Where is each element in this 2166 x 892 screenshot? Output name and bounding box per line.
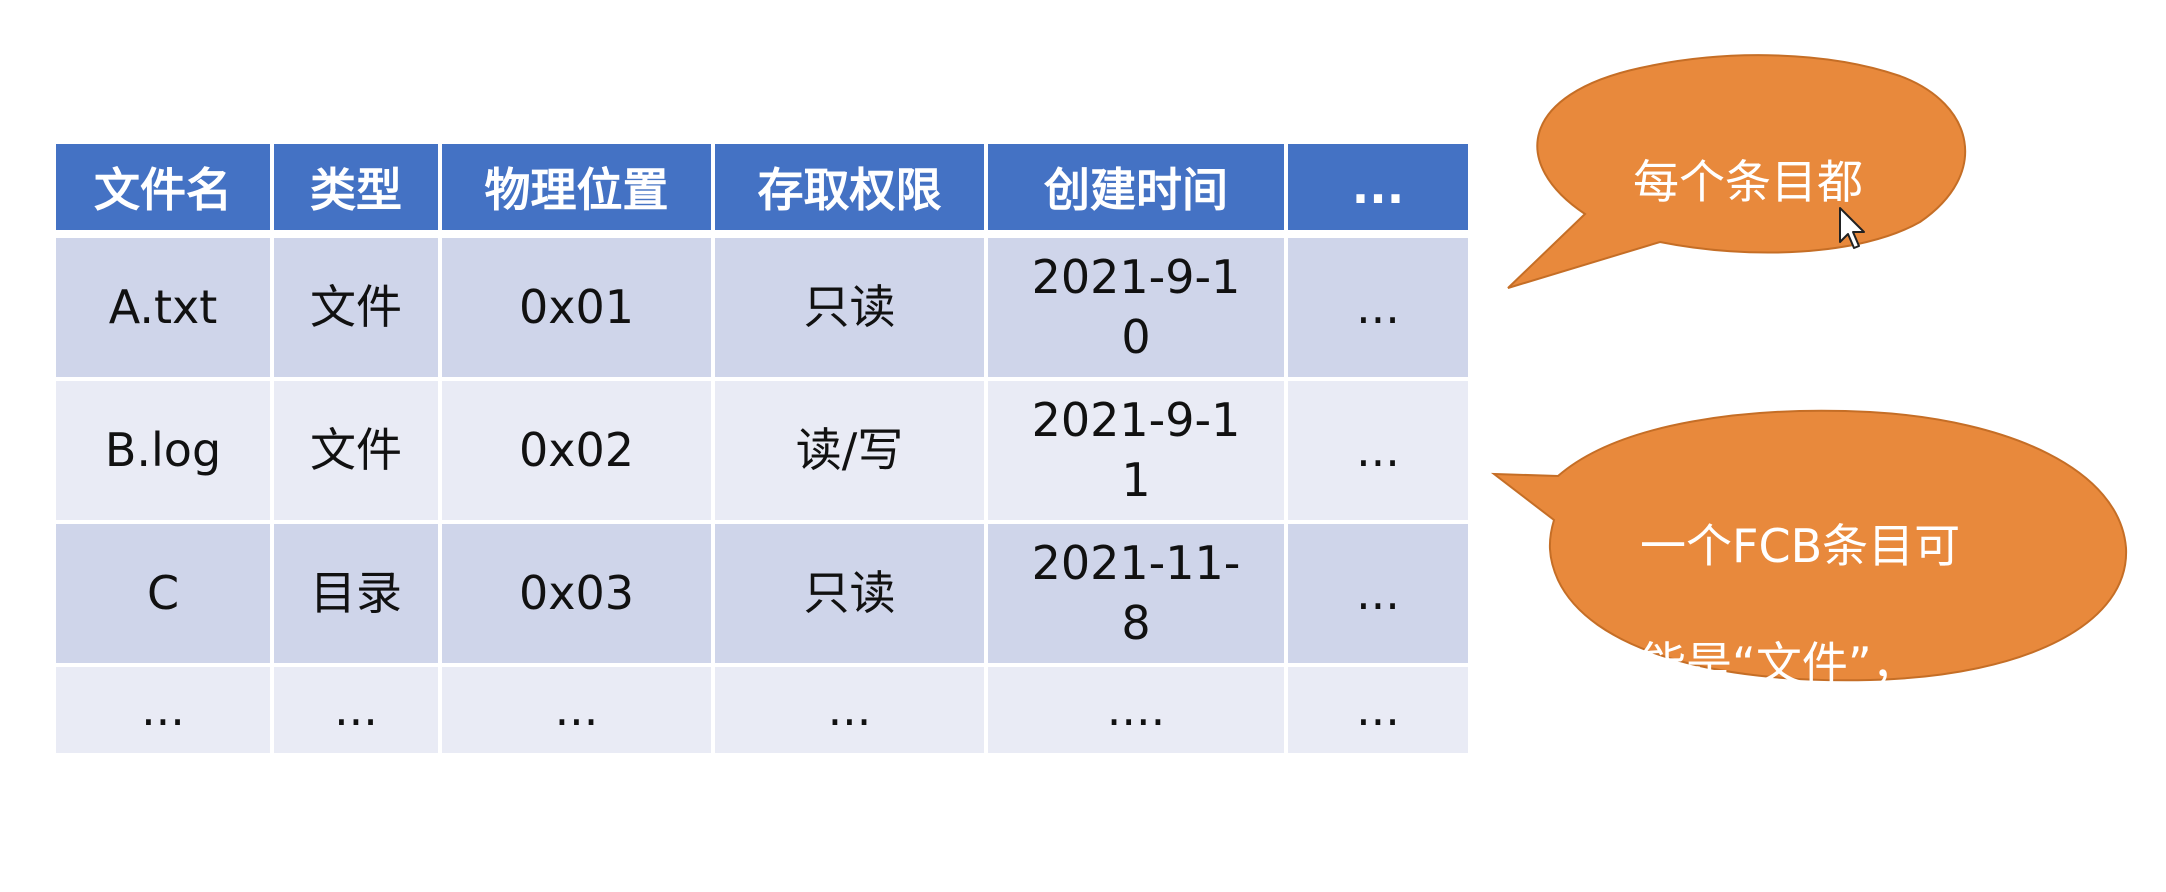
callout-each-entry-fcb: 每个条目都 是一个FCB xyxy=(1500,54,1980,327)
cell-more: ... xyxy=(1288,381,1468,524)
callout-line: 是一个FCB xyxy=(1633,272,1863,327)
cell-access-permission: 只读 xyxy=(715,238,988,381)
cell-created-time: 2021-9-10 xyxy=(988,238,1288,381)
callout-line: 一个FCB条目可 xyxy=(1640,518,1961,573)
cell-physical-location: 0x01 xyxy=(442,238,715,381)
callout-fcb-file-or-directory: 一个FCB条目可 能是“文件”， 也可能是“目录” xyxy=(1490,408,2130,808)
cell-more: ... xyxy=(1288,238,1468,381)
cell-filename: ... xyxy=(56,667,274,757)
cell-type: 文件 xyxy=(274,238,442,381)
cell-access-permission: 读/写 xyxy=(715,381,988,524)
header-more: ... xyxy=(1288,144,1468,238)
cell-type: 文件 xyxy=(274,381,442,524)
callout-line: 也可能是“目录” xyxy=(1640,754,1964,809)
header-access-permission: 存取权限 xyxy=(715,144,988,238)
cell-created-time: 2021-11-8 xyxy=(988,524,1288,667)
cell-filename: C xyxy=(56,524,274,667)
header-filename: 文件名 xyxy=(56,144,274,238)
cell-more: ... xyxy=(1288,524,1468,667)
table-header-row: 文件名 类型 物理位置 存取权限 创建时间 ... xyxy=(56,144,1468,238)
cell-more: ... xyxy=(1288,667,1468,757)
cell-filename: B.log xyxy=(56,381,274,524)
callout-text: 一个FCB条目可 能是“文件”， 也可能是“目录” xyxy=(1640,458,2080,870)
table-row: ... ... ... ... .... ... xyxy=(56,667,1468,757)
cell-filename: A.txt xyxy=(56,238,274,381)
fcb-table: 文件名 类型 物理位置 存取权限 创建时间 ... A.txt 文件 0x01 … xyxy=(56,144,1468,757)
cell-physical-location: 0x03 xyxy=(442,524,715,667)
callout-line: 能是“文件”， xyxy=(1640,636,1918,691)
cell-type: 目录 xyxy=(274,524,442,667)
cell-physical-location: ... xyxy=(442,667,715,757)
mouse-pointer-icon xyxy=(1838,206,1868,254)
slide: 文件名 类型 物理位置 存取权限 创建时间 ... A.txt 文件 0x01 … xyxy=(0,0,2166,892)
cell-created-time-text: 2021-9-10 xyxy=(1031,249,1241,364)
header-physical-location: 物理位置 xyxy=(442,144,715,238)
cell-type: ... xyxy=(274,667,442,757)
header-created-time: 创建时间 xyxy=(988,144,1288,238)
cell-access-permission: 只读 xyxy=(715,524,988,667)
cell-created-time-text: 2021-11-8 xyxy=(1031,535,1241,650)
table-row: B.log 文件 0x02 读/写 2021-9-11 ... xyxy=(56,381,1468,524)
cell-created-time-text: 2021-9-11 xyxy=(1031,392,1241,507)
table-row: C 目录 0x03 只读 2021-11-8 ... xyxy=(56,524,1468,667)
cell-created-time: 2021-9-11 xyxy=(988,381,1288,524)
cell-created-time: .... xyxy=(988,667,1288,757)
cell-physical-location: 0x02 xyxy=(442,381,715,524)
table-row: A.txt 文件 0x01 只读 2021-9-10 ... xyxy=(56,238,1468,381)
header-type: 类型 xyxy=(274,144,442,238)
callout-line: 每个条目都 xyxy=(1633,154,1863,209)
cell-access-permission: ... xyxy=(715,667,988,757)
